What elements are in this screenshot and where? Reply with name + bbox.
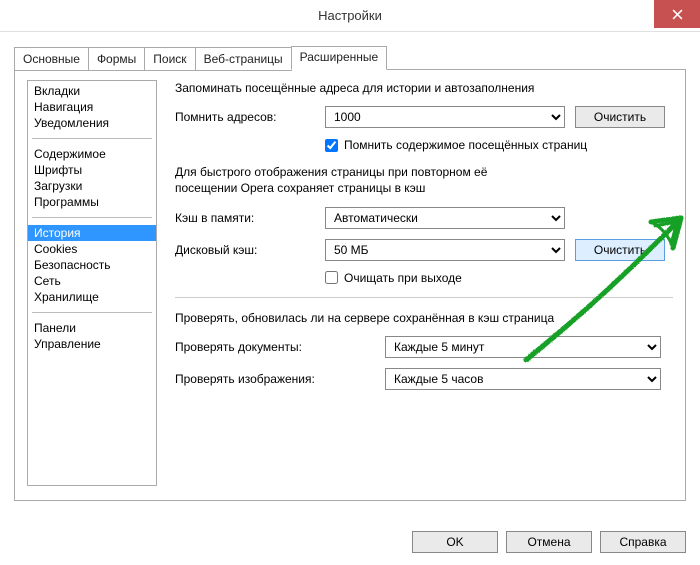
ok-button[interactable]: OK <box>412 531 498 553</box>
sidebar-item-загрузки[interactable]: Загрузки <box>28 178 156 194</box>
sidebar-separator <box>32 217 152 218</box>
clear-addresses-button[interactable]: Очистить <box>575 106 665 128</box>
remember-content-label[interactable]: Помнить содержимое посещённых страниц <box>344 138 587 152</box>
tab-веб-страницы[interactable]: Веб-страницы <box>195 47 292 71</box>
remember-content-checkbox[interactable] <box>325 139 338 152</box>
window-title: Настройки <box>318 0 382 32</box>
tab-основные[interactable]: Основные <box>14 47 89 71</box>
sidebar-item-хранилище[interactable]: Хранилище <box>28 289 156 305</box>
sidebar-item-безопасность[interactable]: Безопасность <box>28 257 156 273</box>
tab-расширенные[interactable]: Расширенные <box>291 46 388 70</box>
clear-on-exit-label[interactable]: Очищать при выходе <box>344 271 462 285</box>
check-description: Проверять, обновилась ли на сервере сохр… <box>175 310 673 326</box>
history-description: Запоминать посещённые адреса для истории… <box>175 80 673 96</box>
clear-on-exit-checkbox[interactable] <box>325 271 338 284</box>
sidebar-item-управление[interactable]: Управление <box>28 336 156 352</box>
memory-cache-select[interactable]: Автоматически <box>325 207 565 229</box>
memory-cache-label: Кэш в памяти: <box>175 211 315 225</box>
sidebar-item-история[interactable]: История <box>28 225 156 241</box>
cache-description: Для быстрого отображения страницы при по… <box>175 164 673 196</box>
sidebar-item-программы[interactable]: Программы <box>28 194 156 210</box>
sidebar-item-cookies[interactable]: Cookies <box>28 241 156 257</box>
check-documents-select[interactable]: Каждые 5 минут <box>385 336 661 358</box>
disk-cache-select[interactable]: 50 МБ <box>325 239 565 261</box>
cancel-button[interactable]: Отмена <box>506 531 592 553</box>
addresses-select[interactable]: 1000 <box>325 106 565 128</box>
sidebar-item-уведомления[interactable]: Уведомления <box>28 115 156 131</box>
help-button[interactable]: Справка <box>600 531 686 553</box>
dialog-footer: OK Отмена Справка <box>412 531 686 553</box>
check-documents-label: Проверять документы: <box>175 340 375 354</box>
divider <box>175 297 673 298</box>
close-icon <box>672 9 683 20</box>
addresses-label: Помнить адресов: <box>175 110 315 124</box>
check-images-select[interactable]: Каждые 5 часов <box>385 368 661 390</box>
sidebar-item-шрифты[interactable]: Шрифты <box>28 162 156 178</box>
sidebar-item-панели[interactable]: Панели <box>28 320 156 336</box>
category-list[interactable]: ВкладкиНавигацияУведомления СодержимоеШри… <box>27 80 157 486</box>
check-images-label: Проверять изображения: <box>175 372 375 386</box>
sidebar-item-содержимое[interactable]: Содержимое <box>28 146 156 162</box>
clear-cache-button[interactable]: Очистить <box>575 239 665 261</box>
dialog-body: ОсновныеФормыПоискВеб-страницыРасширенны… <box>0 32 700 501</box>
tab-page: ВкладкиНавигацияУведомления СодержимоеШри… <box>14 69 686 501</box>
tabstrip: ОсновныеФормыПоискВеб-страницыРасширенны… <box>14 46 686 70</box>
sidebar-separator <box>32 312 152 313</box>
settings-pane: Запоминать посещённые адреса для истории… <box>157 80 673 486</box>
sidebar-separator <box>32 138 152 139</box>
titlebar: Настройки <box>0 0 700 32</box>
sidebar-item-вкладки[interactable]: Вкладки <box>28 83 156 99</box>
sidebar-item-навигация[interactable]: Навигация <box>28 99 156 115</box>
tab-поиск[interactable]: Поиск <box>144 47 195 71</box>
close-button[interactable] <box>654 0 700 28</box>
disk-cache-label: Дисковый кэш: <box>175 243 315 257</box>
tab-формы[interactable]: Формы <box>88 47 145 71</box>
sidebar-item-сеть[interactable]: Сеть <box>28 273 156 289</box>
